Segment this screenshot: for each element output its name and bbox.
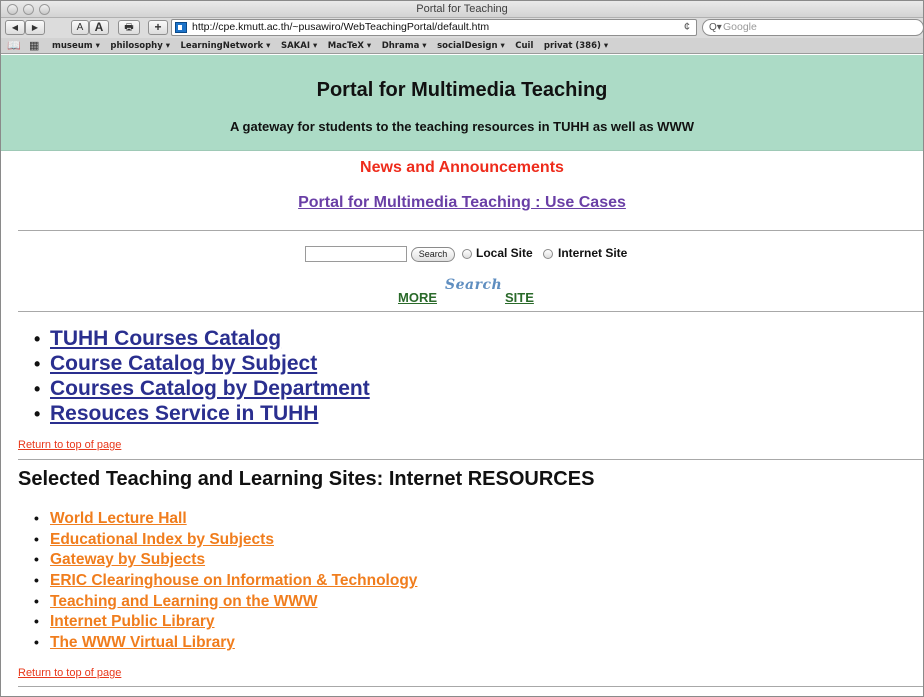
list-item: • Course Catalog by Subject [34,351,370,376]
resource-link[interactable]: ERIC Clearinghouse on Information & Tech… [50,572,417,589]
address-url: http://cpe.kmutt.ac.th/~pusawiro/WebTeac… [192,21,490,33]
list-item: • World Lecture Hall [34,508,417,529]
bookmarks-list: museum ▾ philosophy ▾ LearningNetwork ▾ … [52,40,616,51]
site-link[interactable]: SITE [505,290,534,305]
browser-search-placeholder: Google [723,21,757,33]
resource-link[interactable]: The WWW Virtual Library [50,634,235,651]
text-smaller-label: A [76,22,84,33]
return-top-wrap: Return to top of page [18,667,121,679]
bullet-icon: • [34,329,41,349]
news-announcements-heading: News and Announcements [360,159,564,176]
search-logo: Search [445,277,503,293]
list-item: • Educational Index by Subjects [34,529,417,550]
text-smaller-button[interactable]: A [71,20,89,35]
resources-heading: Selected Teaching and Learning Sites: In… [18,468,595,490]
tuhh-link[interactable]: Courses Catalog by Department [50,377,370,400]
forward-arrow-icon: ▶ [31,23,39,32]
bookmarks-bar: 📖 ▦ museum ▾ philosophy ▾ LearningNetwor… [1,38,923,54]
bookmark-item[interactable]: socialDesign ▾ [437,41,505,51]
page-title: Portal for Multimedia Teaching [316,79,608,101]
page-subtitle: A gateway for students to the teaching r… [230,119,694,134]
resource-links-list: • World Lecture Hall • Educational Index b… [34,508,417,653]
bookmark-item[interactable]: Cuil [515,41,533,51]
local-site-radio[interactable] [462,249,472,259]
bookmark-item[interactable]: privat (386) ▾ [544,41,608,51]
tuhh-links-list: • TUHH Courses Catalog • Course Catalog by… [34,326,370,426]
resource-link[interactable]: Educational Index by Subjects [50,531,274,548]
divider [18,686,923,687]
bullet-icon: • [34,592,39,609]
bullet-icon: • [34,551,39,568]
web-page: Portal for Multimedia Teaching A gateway… [1,55,923,696]
plus-icon: + [154,20,162,34]
resource-link[interactable]: Internet Public Library [50,613,215,630]
list-item: • Courses Catalog by Department [34,376,370,401]
bookmark-item[interactable]: museum ▾ [52,41,100,51]
list-item: • The WWW Virtual Library [34,632,417,653]
address-bar[interactable]: http://cpe.kmutt.ac.th/~pusawiro/WebTeac… [171,19,697,36]
browser-toolbar: ◀ ▶ A A 🖶 + http://cpe.kmutt.ac.th/~pusa… [1,18,923,38]
bullet-icon: • [34,572,39,589]
bullet-icon: • [34,379,41,399]
bookmark-item[interactable]: philosophy ▾ [110,41,170,51]
forward-button[interactable]: ▶ [25,20,45,35]
back-button[interactable]: ◀ [5,20,25,35]
add-bookmark-button[interactable]: + [148,20,168,35]
text-bigger-label: A [94,20,104,34]
window-title: Portal for Teaching [416,3,508,15]
list-item: • TUHH Courses Catalog [34,326,370,351]
internet-site-radio[interactable] [543,249,553,259]
bullet-icon: • [34,634,39,651]
search-icon: Q▾ [709,22,722,33]
tuhh-link[interactable]: Course Catalog by Subject [50,352,317,375]
site-search-input[interactable] [305,246,407,262]
bullet-icon: • [34,510,39,526]
reload-icon[interactable]: ¢ [684,20,690,35]
divider [18,311,923,312]
internet-site-label: Internet Site [558,246,628,260]
return-to-top-link[interactable]: Return to top of page [18,667,121,679]
bullet-icon: • [34,404,41,424]
bookmark-item[interactable]: MacTeX ▾ [328,41,371,51]
resource-link[interactable]: World Lecture Hall [50,510,187,527]
divider [18,459,923,460]
bullet-icon: • [34,530,39,547]
browser-window: Portal for Teaching ◀ ▶ A A 🖶 + http://c… [0,0,924,697]
bookmark-item[interactable]: Dhrama ▾ [382,41,427,51]
site-search-button[interactable]: Search [411,247,455,262]
bullet-icon: • [34,613,39,630]
list-item: • Teaching and Learning on the WWW [34,591,417,612]
more-link[interactable]: MORE [398,290,437,305]
book-icon[interactable]: 📖 [7,39,21,52]
list-item: • ERIC Clearinghouse on Information & Tec… [34,570,417,591]
bookmark-item[interactable]: SAKAI ▾ [281,41,317,51]
resource-link[interactable]: Gateway by Subjects [50,551,205,568]
browser-search-field[interactable]: Q▾ Google [702,19,923,36]
list-item: • Gateway by Subjects [34,549,417,570]
tuhh-link[interactable]: Resouces Service in TUHH [50,402,318,425]
bookmark-item[interactable]: LearningNetwork ▾ [181,41,271,51]
title-bar: Portal for Teaching [1,1,923,18]
return-top-wrap: Return to top of page [18,439,121,451]
local-site-label: Local Site [476,246,533,260]
print-button[interactable]: 🖶 [118,20,140,35]
divider [18,230,923,231]
grid-icon[interactable]: ▦ [29,39,39,52]
back-arrow-icon: ◀ [11,23,19,32]
resource-link[interactable]: Teaching and Learning on the WWW [50,593,318,610]
text-bigger-button[interactable]: A [89,20,109,35]
site-favicon-icon [175,22,187,33]
return-to-top-link[interactable]: Return to top of page [18,439,121,451]
list-item: • Resouces Service in TUHH [34,401,370,426]
use-cases-link[interactable]: Portal for Multimedia Teaching : Use Cas… [298,194,626,211]
list-item: • Internet Public Library [34,611,417,632]
bullet-icon: • [34,354,41,374]
tuhh-link[interactable]: TUHH Courses Catalog [50,327,281,350]
print-icon: 🖶 [124,22,134,33]
page-header: Portal for Multimedia Teaching A gateway… [1,55,923,151]
use-cases-link-wrap: Portal for Multimedia Teaching : Use Cas… [1,194,923,212]
